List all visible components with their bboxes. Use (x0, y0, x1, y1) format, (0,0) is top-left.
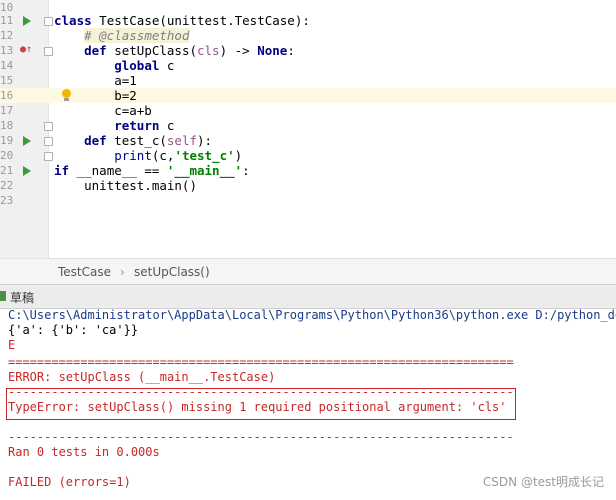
code-text: c=a+b (54, 103, 152, 118)
code-line-16-current: 16 b=2 (0, 88, 616, 103)
console-line: {'a': {'b': 'ca'}} (8, 323, 139, 337)
code-line-11: 11 class TestCase(unittest.TestCase): (0, 13, 616, 28)
breadcrumb: TestCase › setUpClass() (0, 258, 616, 285)
override-icon[interactable]: ●↑ (20, 45, 32, 55)
code-text: if __name__ == '__main__': (54, 163, 250, 178)
console-line: ----------------------------------------… (8, 430, 514, 444)
code-text: def test_c(self): (84, 133, 213, 148)
breadcrumb-item-method[interactable]: setUpClass() (134, 265, 210, 279)
code-line-14: 14 global c (0, 58, 616, 73)
code-line-13: 13 ●↑ def setUpClass(cls) -> None: (0, 43, 616, 58)
code-editor[interactable]: 10 11 class TestCase(unittest.TestCase):… (0, 0, 616, 258)
line-number: 18 (0, 119, 14, 132)
breadcrumb-separator: › (120, 265, 125, 279)
fold-marker-icon[interactable] (44, 122, 53, 131)
code-text: global c (114, 58, 175, 73)
line-number: 11 (0, 14, 14, 27)
code-text: a=1 (54, 73, 137, 88)
code-text: class TestCase(unittest.TestCase): (54, 13, 310, 28)
code-line-17: 17 c=a+b (0, 103, 616, 118)
line-number: 22 (0, 179, 14, 192)
code-text: # @classmethod (84, 28, 190, 43)
console-line: E (8, 338, 16, 352)
line-number: 20 (0, 149, 14, 162)
line-number: 21 (0, 164, 14, 177)
line-number: 15 (0, 74, 14, 87)
fold-marker-icon[interactable] (44, 137, 53, 146)
line-number: 19 (0, 134, 14, 147)
run-arrow-icon[interactable] (23, 166, 31, 176)
fold-marker-icon[interactable] (44, 152, 53, 161)
console-line: Ran 0 tests in 0.000s (8, 445, 160, 459)
error-highlight-box (6, 388, 516, 420)
console-line: ========================================… (8, 355, 514, 369)
run-arrow-icon[interactable] (23, 136, 31, 146)
run-tab-bar: 草稿 (0, 284, 616, 309)
code-line-12: 12 # @classmethod (0, 28, 616, 43)
line-number: 12 (0, 29, 14, 42)
run-tab-icon (0, 291, 6, 301)
run-arrow-icon[interactable] (23, 16, 31, 26)
run-tab-label[interactable]: 草稿 (10, 289, 34, 306)
code-line-20: 20 print(c,'test_c') (0, 148, 616, 163)
fold-marker-icon[interactable] (44, 17, 53, 26)
code-text: def setUpClass(cls) -> None: (84, 43, 295, 58)
line-number: 14 (0, 59, 14, 72)
code-line-23: 23 (0, 193, 616, 208)
code-line-15: 15 a=1 (0, 73, 616, 88)
line-number: 16 (0, 89, 14, 102)
code-line-22: 22 unittest.main() (0, 178, 616, 193)
code-text: print(c,'test_c') (114, 148, 243, 163)
code-text: return c (114, 118, 175, 133)
code-text: b=2 (54, 88, 137, 103)
code-line-21: 21 if __name__ == '__main__': (0, 163, 616, 178)
console-line: C:\Users\Administrator\AppData\Local\Pro… (8, 308, 616, 322)
console-line: FAILED (errors=1) (8, 475, 131, 489)
fold-marker-icon[interactable] (44, 47, 53, 56)
run-console-panel: 草稿 C:\Users\Administrator\AppData\Local\… (0, 284, 616, 500)
code-line-18: 18 return c (0, 118, 616, 133)
line-number: 23 (0, 194, 14, 207)
code-line-19: 19 def test_c(self): (0, 133, 616, 148)
line-number: 17 (0, 104, 14, 117)
code-text: unittest.main() (54, 178, 197, 193)
watermark: CSDN @test明成长记 (482, 475, 604, 489)
breadcrumb-item-class[interactable]: TestCase (58, 265, 111, 279)
console-line: ERROR: setUpClass (__main__.TestCase) (8, 370, 276, 384)
line-number: 13 (0, 44, 14, 57)
